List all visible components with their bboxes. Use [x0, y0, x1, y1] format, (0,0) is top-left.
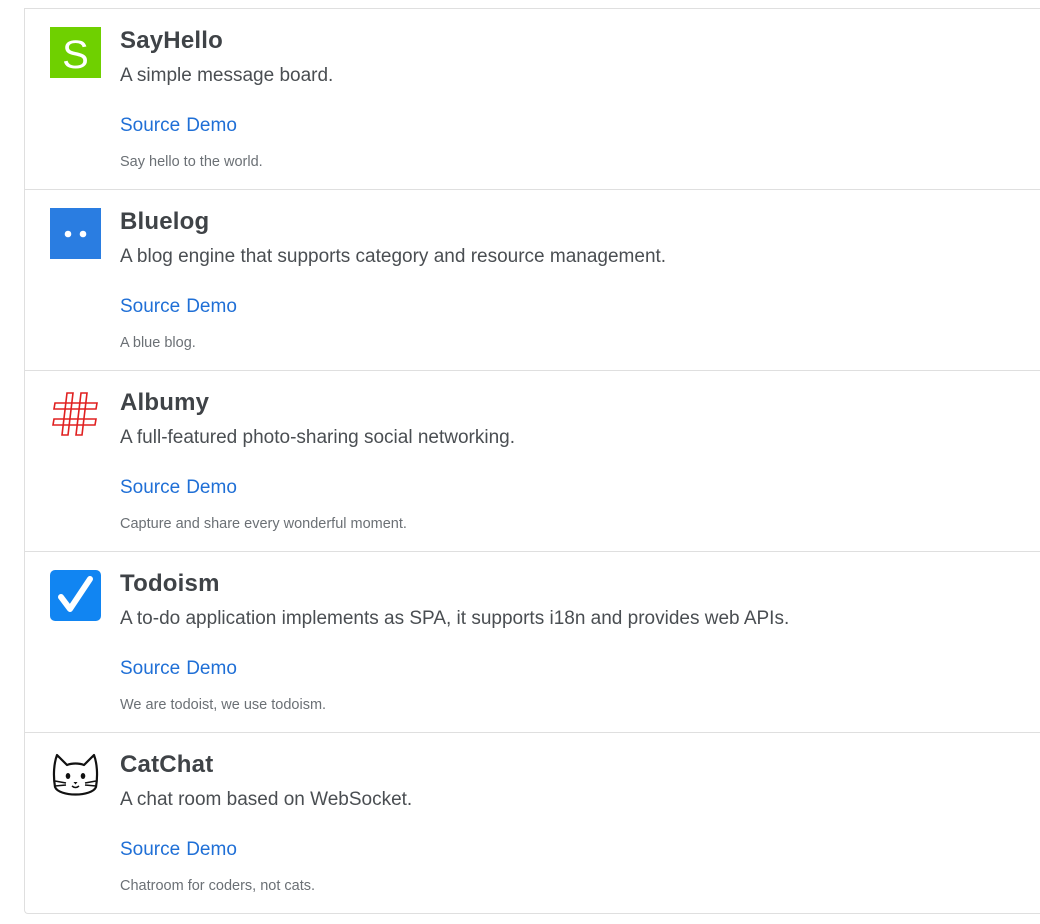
source-link[interactable]: Source	[120, 477, 180, 498]
project-list: S SayHello A simple message board. Sourc…	[24, 8, 1040, 914]
hash-logo-icon	[50, 389, 101, 440]
project-links: Source Demo	[120, 296, 243, 318]
project-item-sayhello: S SayHello A simple message board. Sourc…	[25, 8, 1040, 189]
checkmark-logo-icon	[50, 570, 101, 621]
project-item-todoism: Todoism A to-do application implements a…	[25, 551, 1040, 732]
project-item-albumy: Albumy A full-featured photo-sharing soc…	[25, 370, 1040, 551]
source-link[interactable]: Source	[120, 839, 180, 860]
demo-link[interactable]: Demo	[186, 477, 237, 498]
project-links: Source Demo	[120, 477, 243, 499]
source-link[interactable]: Source	[120, 296, 180, 317]
bluelog-logo-icon	[50, 208, 101, 259]
project-tagline: We are todoist, we use todoism.	[120, 697, 327, 713]
demo-link[interactable]: Demo	[186, 839, 237, 860]
project-item-bluelog: Bluelog A blog engine that supports cate…	[25, 189, 1040, 370]
project-description: A full-featured photo-sharing social net…	[120, 427, 516, 448]
project-description: A blog engine that supports category and…	[120, 246, 667, 267]
project-title: SayHello	[120, 27, 223, 54]
demo-link[interactable]: Demo	[186, 115, 237, 136]
project-description: A chat room based on WebSocket.	[120, 789, 413, 810]
project-title: Todoism	[120, 570, 220, 597]
project-title: CatChat	[120, 751, 214, 778]
project-description: A simple message board.	[120, 65, 334, 86]
project-title: Albumy	[120, 389, 210, 416]
source-link[interactable]: Source	[120, 115, 180, 136]
project-description: A to-do application implements as SPA, i…	[120, 608, 790, 629]
source-link[interactable]: Source	[120, 658, 180, 679]
demo-link[interactable]: Demo	[186, 658, 237, 679]
project-links: Source Demo	[120, 115, 243, 137]
project-item-catchat: CatChat A chat room based on WebSocket. …	[25, 732, 1040, 913]
svg-text:S: S	[62, 33, 89, 77]
cat-logo-icon	[50, 751, 101, 802]
project-tagline: Chatroom for coders, not cats.	[120, 878, 316, 894]
project-links: Source Demo	[120, 658, 243, 680]
project-tagline: Capture and share every wonderful moment…	[120, 516, 407, 532]
project-tagline: A blue blog.	[120, 335, 196, 351]
project-tagline: Say hello to the world.	[120, 154, 263, 170]
sayhello-logo-icon: S	[50, 27, 101, 78]
project-title: Bluelog	[120, 208, 210, 235]
demo-link[interactable]: Demo	[186, 296, 237, 317]
project-links: Source Demo	[120, 839, 243, 861]
